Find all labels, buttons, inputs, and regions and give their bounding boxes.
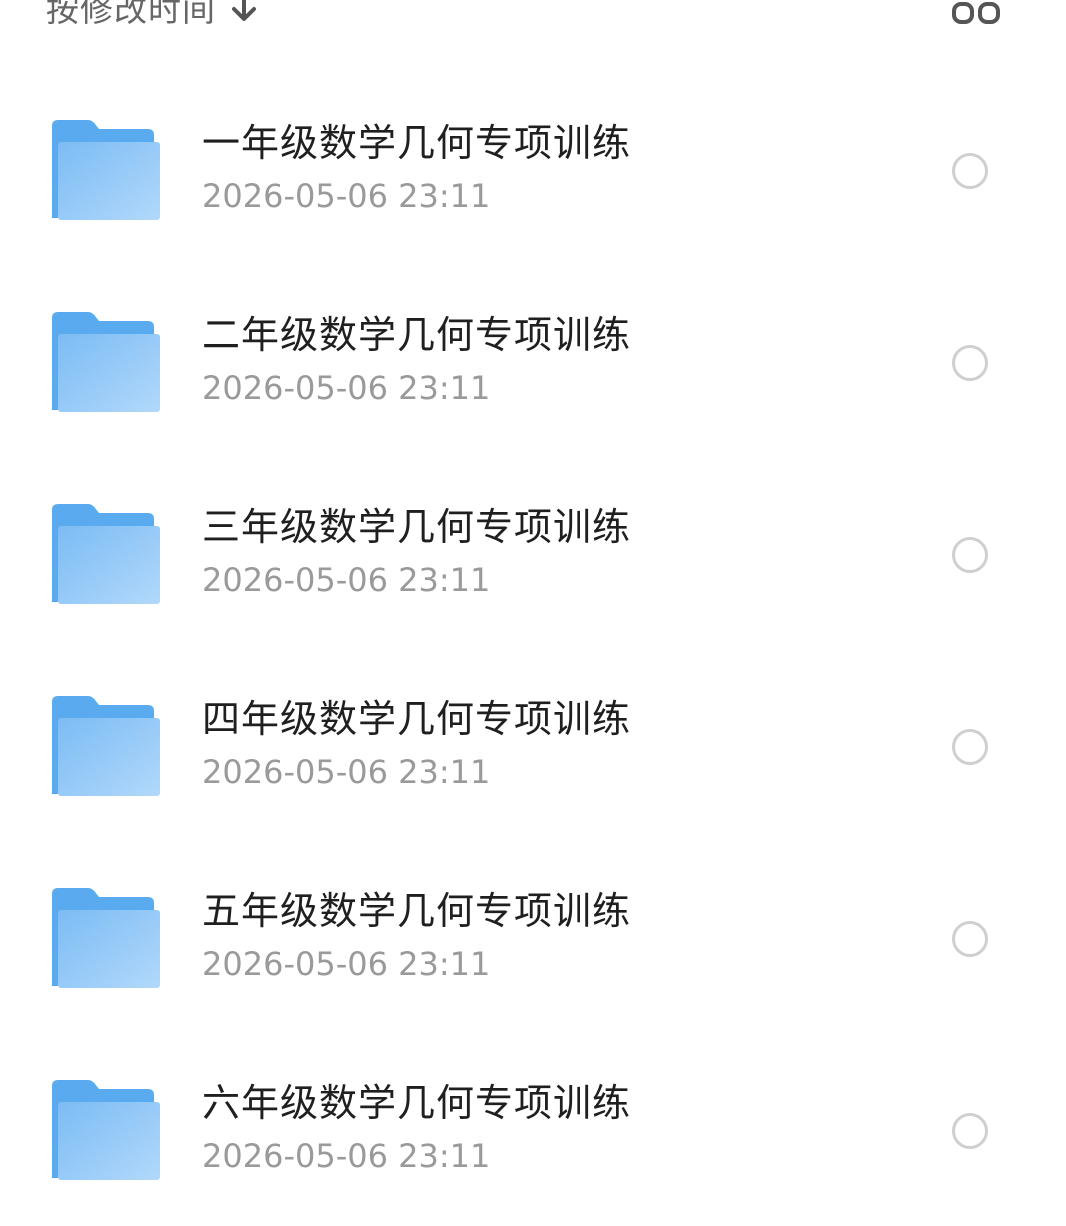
sort-bar: 按修改时间: [0, 0, 1066, 40]
file-name: 四年级数学几何专项训练: [202, 697, 632, 741]
folder-icon: [50, 504, 162, 606]
folder-icon: [50, 120, 162, 222]
file-modified-date: 2026-05-06 23:11: [202, 753, 491, 791]
select-radio-button[interactable]: [952, 153, 988, 189]
file-name: 三年级数学几何专项训练: [202, 505, 632, 549]
select-radio-button[interactable]: [952, 345, 988, 381]
file-list: 一年级数学几何专项训练 2026-05-06 23:11 二年级数学几何专项训练…: [0, 74, 1066, 1226]
select-radio-button[interactable]: [952, 537, 988, 573]
file-name: 六年级数学几何专项训练: [202, 1081, 632, 1125]
sort-by-modified-time-button[interactable]: 按修改时间: [46, 0, 258, 32]
file-list-item[interactable]: 三年级数学几何专项训练 2026-05-06 23:11: [0, 458, 1066, 650]
file-modified-date: 2026-05-06 23:11: [202, 561, 491, 599]
file-list-item[interactable]: 五年级数学几何专项训练 2026-05-06 23:11: [0, 842, 1066, 1034]
sort-label: 按修改时间: [46, 0, 216, 29]
arrow-down-icon: [230, 0, 258, 24]
file-list-item[interactable]: 四年级数学几何专项训练 2026-05-06 23:11: [0, 650, 1066, 842]
folder-icon: [50, 696, 162, 798]
file-name: 二年级数学几何专项训练: [202, 313, 632, 357]
folder-icon: [50, 888, 162, 990]
file-modified-date: 2026-05-06 23:11: [202, 369, 491, 407]
file-list-item[interactable]: 二年级数学几何专项训练 2026-05-06 23:11: [0, 266, 1066, 458]
folder-icon: [50, 312, 162, 414]
select-radio-button[interactable]: [952, 921, 988, 957]
file-list-item[interactable]: 一年级数学几何专项训练 2026-05-06 23:11: [0, 74, 1066, 266]
file-modified-date: 2026-05-06 23:11: [202, 945, 491, 983]
file-name: 五年级数学几何专项训练: [202, 889, 632, 933]
file-name: 一年级数学几何专项训练: [202, 121, 632, 165]
file-modified-date: 2026-05-06 23:11: [202, 177, 491, 215]
grid-view-toggle-button[interactable]: [948, 0, 1004, 34]
file-modified-date: 2026-05-06 23:11: [202, 1137, 491, 1175]
grid-view-icon: [948, 2, 1004, 38]
select-radio-button[interactable]: [952, 729, 988, 765]
folder-icon: [50, 1080, 162, 1182]
file-list-item[interactable]: 六年级数学几何专项训练 2026-05-06 23:11: [0, 1034, 1066, 1226]
select-radio-button[interactable]: [952, 1113, 988, 1149]
